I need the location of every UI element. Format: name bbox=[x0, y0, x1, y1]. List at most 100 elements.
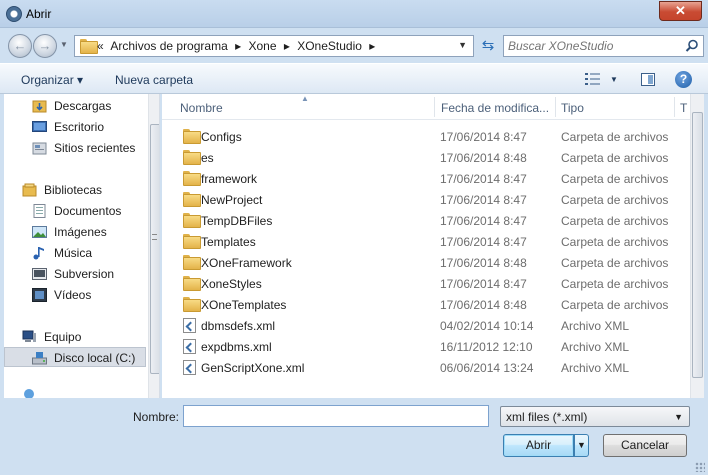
sidebar-item-documents[interactable]: Documentos bbox=[4, 201, 146, 221]
title-bar: Abrir ✕ bbox=[0, 0, 708, 28]
file-date: 17/06/2014 8:48 bbox=[440, 151, 527, 165]
open-options-dropdown[interactable]: ▼ bbox=[574, 434, 589, 457]
column-divider[interactable] bbox=[674, 97, 675, 117]
resize-grip[interactable] bbox=[695, 462, 705, 472]
file-name: NewProject bbox=[201, 193, 263, 207]
sidebar-item-local-disk[interactable]: Disco local (C:) bbox=[4, 347, 146, 367]
sidebar-item-pictures[interactable]: Imágenes bbox=[4, 222, 146, 242]
recent-pages-dropdown-icon[interactable]: ▼ bbox=[60, 40, 68, 49]
table-row[interactable]: XOneTemplates 17/06/2014 8:48 Carpeta de a… bbox=[162, 294, 690, 315]
new-folder-button[interactable]: Nueva carpeta bbox=[115, 73, 193, 87]
file-date: 17/06/2014 8:47 bbox=[440, 172, 527, 186]
close-button[interactable]: ✕ bbox=[659, 1, 702, 21]
sidebar-item-recent[interactable]: Sitios recientes bbox=[4, 138, 146, 158]
table-row[interactable]: dbmsdefs.xml 04/02/2014 10:14 Archivo XML bbox=[162, 315, 690, 336]
folder-icon bbox=[183, 234, 201, 249]
breadcrumb-item[interactable]: Archivos de programa bbox=[110, 39, 227, 53]
file-type: Carpeta de archivos bbox=[561, 256, 669, 270]
table-row[interactable]: Templates 17/06/2014 8:47 Carpeta de archi… bbox=[162, 231, 690, 252]
view-dropdown-icon[interactable]: ▼ bbox=[610, 75, 618, 84]
refresh-icon[interactable]: ⇆ bbox=[476, 35, 500, 57]
table-row[interactable]: Configs 17/06/2014 8:47 Carpeta de archivo… bbox=[162, 126, 690, 147]
sidebar-item-label: Equipo bbox=[44, 330, 82, 344]
breadcrumb-separator-icon[interactable]: ▸ bbox=[235, 39, 241, 53]
table-row[interactable]: es 17/06/2014 8:48 Carpeta de archivos bbox=[162, 147, 690, 168]
table-row[interactable]: NewProject 17/06/2014 8:47 Carpeta de arch… bbox=[162, 189, 690, 210]
address-dropdown-icon[interactable]: ▼ bbox=[458, 40, 467, 50]
filename-input[interactable] bbox=[183, 405, 489, 427]
back-button[interactable]: ← bbox=[8, 34, 32, 58]
sidebar-item-libraries[interactable]: Bibliotecas bbox=[4, 180, 146, 200]
view-options-icon[interactable] bbox=[585, 72, 601, 86]
sidebar-item-subversion[interactable]: Subversion bbox=[4, 264, 146, 284]
breadcrumb-item[interactable]: XOneStudio bbox=[297, 39, 362, 53]
sidebar-item-computer[interactable]: Equipo bbox=[4, 327, 146, 347]
table-row[interactable]: expdbms.xml 16/11/2012 12:10 Archivo XML bbox=[162, 336, 690, 357]
breadcrumb-item[interactable]: Xone bbox=[248, 39, 276, 53]
file-date: 17/06/2014 8:48 bbox=[440, 298, 527, 312]
file-name: expdbms.xml bbox=[201, 340, 272, 354]
search-input[interactable] bbox=[508, 38, 678, 54]
window-title: Abrir bbox=[26, 7, 52, 21]
xml-file-icon bbox=[183, 360, 196, 375]
breadcrumb-separator-icon[interactable]: ▸ bbox=[284, 39, 290, 53]
breadcrumb-separator-icon[interactable]: ▸ bbox=[369, 39, 375, 53]
navigation-pane: Descargas Escritorio Sitios recientes Bi… bbox=[4, 94, 160, 398]
sort-ascending-icon: ▲ bbox=[301, 94, 309, 103]
address-bar[interactable]: « Archivos de programa ▸ Xone ▸ XOneStud… bbox=[74, 35, 474, 57]
scroll-grip-icon bbox=[152, 234, 157, 240]
column-name[interactable]: Nombre bbox=[180, 101, 223, 115]
table-row[interactable]: GenScriptXone.xml 06/06/2014 13:24 Archivo… bbox=[162, 357, 690, 378]
command-bar: Organizar ▾ Nueva carpeta ▼ ? bbox=[0, 63, 708, 94]
cancel-button[interactable]: Cancelar bbox=[603, 434, 687, 457]
file-type: Carpeta de archivos bbox=[561, 235, 669, 249]
table-row[interactable]: framework 17/06/2014 8:47 Carpeta de archi… bbox=[162, 168, 690, 189]
open-button[interactable]: Abrir bbox=[503, 434, 574, 457]
file-type: Carpeta de archivos bbox=[561, 298, 669, 312]
folder-icon bbox=[183, 297, 201, 312]
forward-button[interactable]: → bbox=[33, 34, 57, 58]
file-date: 17/06/2014 8:47 bbox=[440, 235, 527, 249]
sidebar-scroll-thumb[interactable] bbox=[150, 124, 159, 374]
search-box[interactable] bbox=[503, 35, 704, 57]
file-list-scrollbar[interactable] bbox=[690, 94, 704, 398]
sidebar-item-music[interactable]: Música bbox=[4, 243, 146, 263]
sidebar-item-videos[interactable]: Vídeos bbox=[4, 285, 146, 305]
file-name: framework bbox=[201, 172, 258, 186]
libraries-icon bbox=[22, 183, 37, 197]
column-type[interactable]: Tipo bbox=[561, 101, 584, 115]
sidebar-item-desktop[interactable]: Escritorio bbox=[4, 117, 146, 137]
file-list-scroll-thumb[interactable] bbox=[692, 112, 703, 378]
file-name: GenScriptXone.xml bbox=[201, 361, 305, 375]
breadcrumb-overflow[interactable]: « bbox=[97, 39, 104, 53]
file-type: Archivo XML bbox=[561, 319, 630, 333]
table-row[interactable]: XOneFramework 17/06/2014 8:48 Carpeta de a… bbox=[162, 252, 690, 273]
column-size[interactable]: T bbox=[680, 101, 687, 115]
subversion-icon bbox=[32, 267, 47, 281]
sidebar-item-label: Vídeos bbox=[54, 288, 92, 302]
help-icon[interactable]: ? bbox=[675, 71, 692, 88]
table-row[interactable]: TempDBFiles 17/06/2014 8:47 Carpeta de arc… bbox=[162, 210, 690, 231]
file-type: Carpeta de archivos bbox=[561, 151, 669, 165]
column-date[interactable]: Fecha de modifica... bbox=[441, 101, 549, 115]
sidebar-scrollbar[interactable] bbox=[148, 94, 159, 398]
chevron-down-icon: ▼ bbox=[674, 412, 683, 422]
breadcrumb: « Archivos de programa ▸ Xone ▸ XOneStud… bbox=[97, 39, 379, 53]
sidebar-item-downloads[interactable]: Descargas bbox=[4, 96, 146, 116]
xml-file-icon bbox=[183, 339, 196, 354]
sidebar-item-network[interactable] bbox=[4, 384, 146, 398]
file-date: 17/06/2014 8:47 bbox=[440, 214, 527, 228]
file-type: Carpeta de archivos bbox=[561, 193, 669, 207]
search-icon[interactable] bbox=[685, 39, 699, 53]
file-date: 06/06/2014 13:24 bbox=[440, 361, 534, 375]
column-divider[interactable] bbox=[434, 97, 435, 117]
table-row[interactable]: XoneStyles 17/06/2014 8:47 Carpeta de arch… bbox=[162, 273, 690, 294]
file-name: Configs bbox=[201, 130, 242, 144]
column-divider[interactable] bbox=[555, 97, 556, 117]
filetype-select[interactable]: xml files (*.xml) ▼ bbox=[500, 406, 690, 427]
organize-button[interactable]: Organizar ▾ bbox=[21, 73, 83, 87]
file-list: ▲ Nombre Fecha de modifica... Tipo T Con… bbox=[162, 94, 704, 398]
folder-icon bbox=[183, 276, 201, 291]
preview-pane-icon[interactable] bbox=[641, 73, 655, 86]
sidebar-item-label: Sitios recientes bbox=[54, 141, 136, 155]
